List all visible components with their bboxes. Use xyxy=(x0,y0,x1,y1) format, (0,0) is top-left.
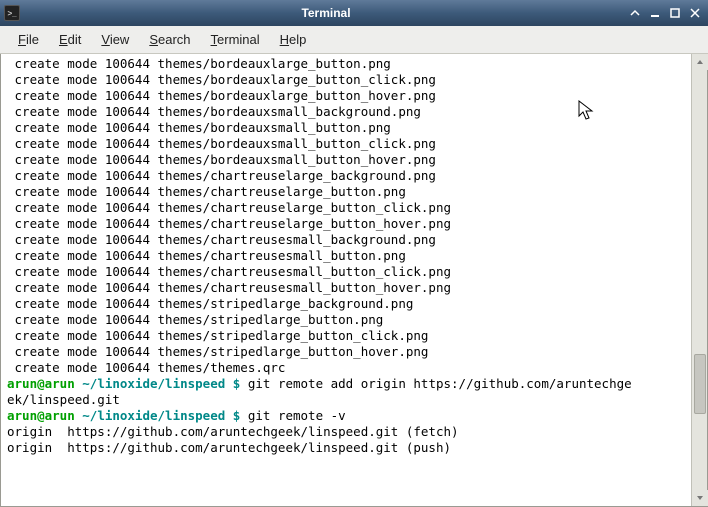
window-maximize-button[interactable] xyxy=(666,4,684,22)
scrollbar-arrow-up[interactable] xyxy=(692,54,708,70)
scrollbar-arrow-down[interactable] xyxy=(692,490,708,506)
chevron-down-icon xyxy=(696,494,704,502)
terminal-output[interactable]: create mode 100644 themes/bordeauxlarge_… xyxy=(1,54,691,506)
maximize-icon xyxy=(669,7,681,19)
window-title: Terminal xyxy=(26,6,626,20)
menu-edit-accel: E xyxy=(59,32,68,47)
menu-edit[interactable]: Edit xyxy=(49,28,91,51)
menu-view[interactable]: View xyxy=(91,28,139,51)
menu-help-accel: H xyxy=(280,32,289,47)
close-icon xyxy=(689,7,701,19)
menu-file-rest: ile xyxy=(26,32,39,47)
terminal-container: create mode 100644 themes/bordeauxlarge_… xyxy=(0,54,708,507)
menu-search-accel: S xyxy=(149,32,158,47)
menu-file[interactable]: File xyxy=(8,28,49,51)
menu-view-accel: V xyxy=(101,32,109,47)
menubar: File Edit View Search Terminal Help xyxy=(0,26,708,54)
window-controls xyxy=(626,4,704,22)
menu-terminal-rest: erminal xyxy=(217,32,260,47)
menu-view-rest: iew xyxy=(110,32,130,47)
menu-search[interactable]: Search xyxy=(139,28,200,51)
menu-terminal[interactable]: Terminal xyxy=(201,28,270,51)
window-close-button[interactable] xyxy=(686,4,704,22)
menu-help[interactable]: Help xyxy=(270,28,317,51)
scrollbar-thumb[interactable] xyxy=(694,354,706,414)
menu-file-accel: F xyxy=(18,32,26,47)
window-titlebar: >_ Terminal xyxy=(0,0,708,26)
minimize-icon xyxy=(649,7,661,19)
menu-help-rest: elp xyxy=(289,32,306,47)
scrollbar[interactable] xyxy=(691,54,707,506)
menu-search-rest: earch xyxy=(158,32,191,47)
chevron-up-icon xyxy=(696,58,704,66)
arrow-up-icon xyxy=(629,7,641,19)
menu-edit-rest: dit xyxy=(68,32,82,47)
window-minimize-button[interactable] xyxy=(646,4,664,22)
window-shade-button[interactable] xyxy=(626,4,644,22)
terminal-app-icon: >_ xyxy=(4,5,20,21)
